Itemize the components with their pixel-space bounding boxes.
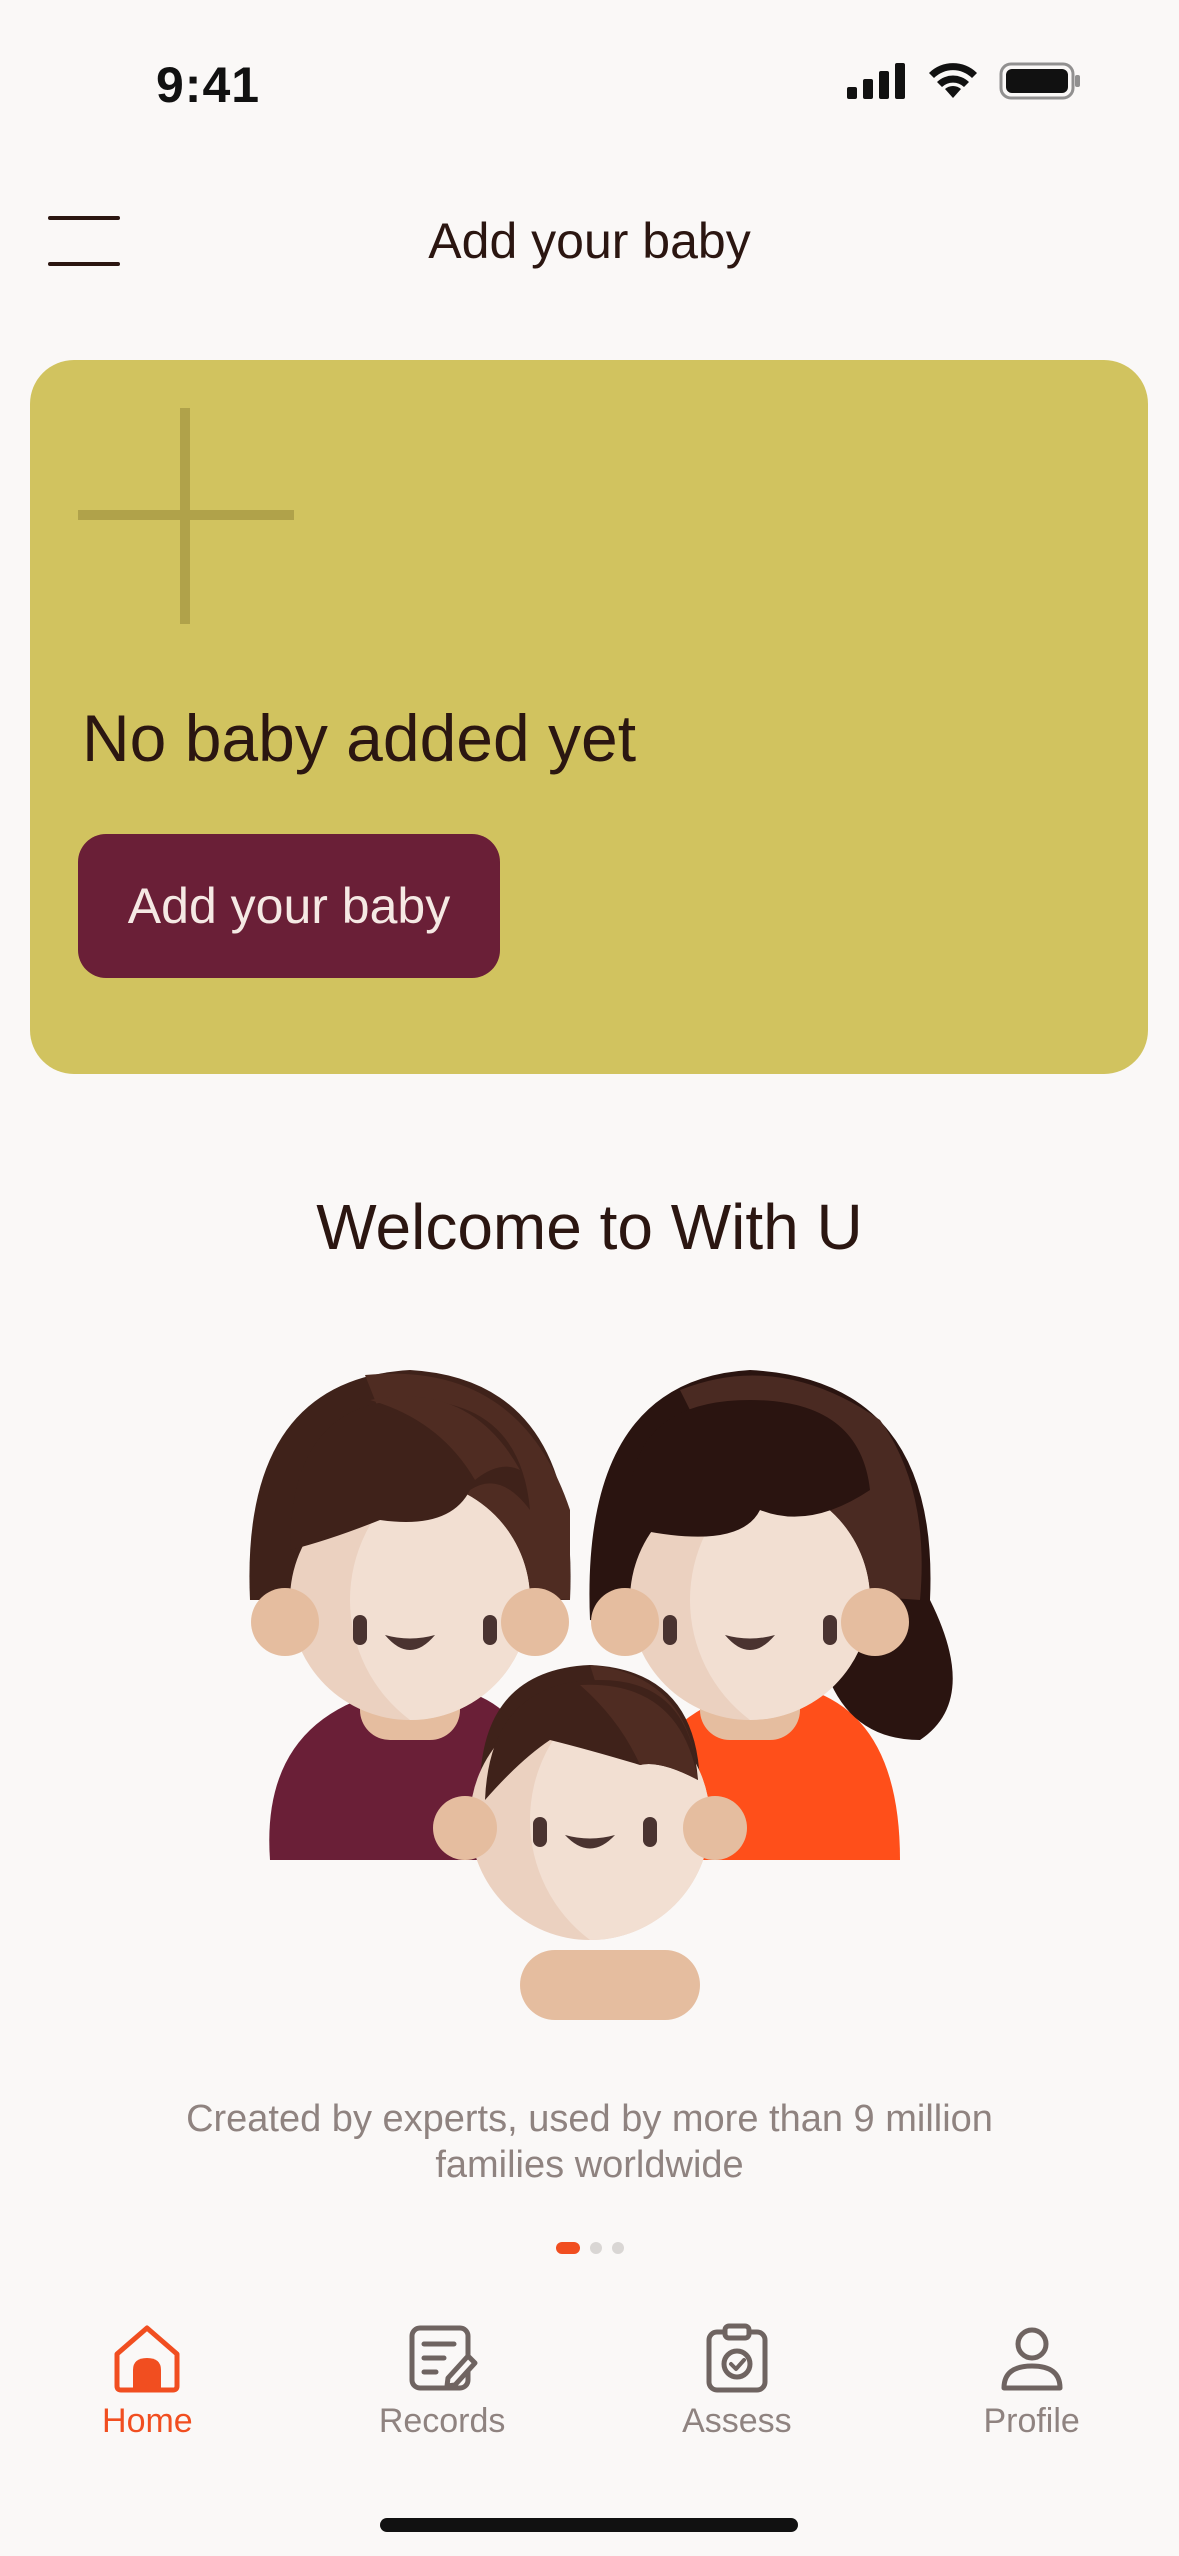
signal-icon xyxy=(847,63,905,99)
add-baby-button[interactable]: Add your baby xyxy=(78,834,500,978)
profile-icon xyxy=(1001,2327,1063,2391)
status-icons xyxy=(847,62,1081,100)
carousel-dot[interactable] xyxy=(611,2242,624,2254)
family-illustration xyxy=(249,1370,953,2020)
home-icon xyxy=(114,2325,180,2393)
assess-icon xyxy=(706,2323,768,2393)
add-baby-card: No baby added yet Add your baby xyxy=(30,360,1148,1074)
card-title: No baby added yet xyxy=(82,701,637,775)
wifi-icon xyxy=(929,63,977,98)
tab-label: Records xyxy=(378,2402,506,2440)
welcome-subtitle: Created by experts, used by more than 9 … xyxy=(186,2098,993,2186)
tab-records[interactable]: Records xyxy=(342,2320,542,2480)
page-title: Add your baby xyxy=(428,213,751,269)
battery-icon xyxy=(999,62,1080,100)
carousel-dot[interactable] xyxy=(589,2242,602,2254)
tab-profile[interactable]: Profile xyxy=(932,2320,1132,2480)
status-time: 9:41 xyxy=(156,57,261,113)
tab-label: Home xyxy=(102,2402,193,2440)
tab-home[interactable]: Home xyxy=(47,2320,247,2480)
plus-icon-vertical xyxy=(180,408,190,624)
tab-label: Assess xyxy=(682,2402,792,2440)
tab-assess[interactable]: Assess xyxy=(637,2320,837,2480)
records-icon xyxy=(409,2325,478,2391)
welcome-title: Welcome to With U xyxy=(316,1191,863,1263)
home-indicator xyxy=(380,2518,798,2532)
bottom-tab-bar: Home Records Assess Profile xyxy=(0,2320,1179,2480)
carousel-dot-active[interactable] xyxy=(555,2242,580,2254)
tab-label: Profile xyxy=(983,2402,1080,2440)
carousel-dots xyxy=(0,2242,1179,2254)
